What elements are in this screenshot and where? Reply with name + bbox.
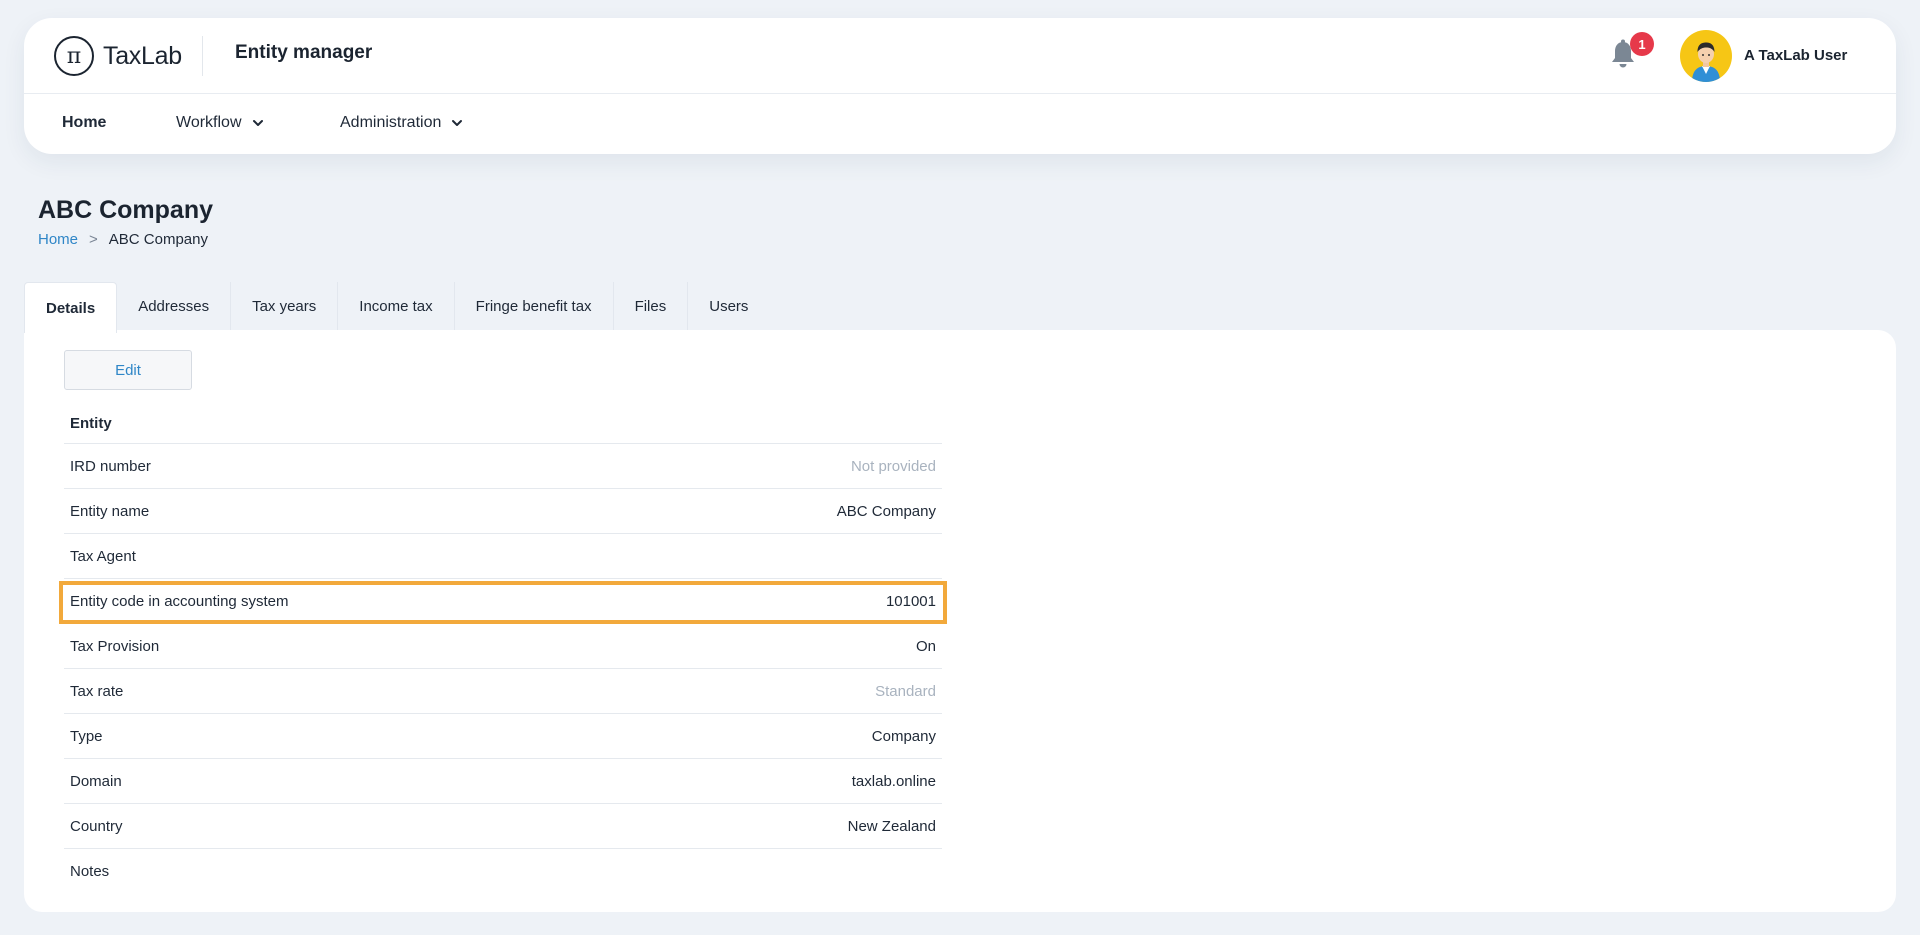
logo-text: TaxLab bbox=[103, 41, 182, 70]
table-row: Country New Zealand bbox=[64, 804, 942, 849]
row-label: Tax Provision bbox=[70, 637, 160, 655]
nav-home[interactable]: Home bbox=[62, 114, 106, 132]
row-label: Domain bbox=[70, 772, 122, 790]
nav-workflow[interactable]: Workflow bbox=[176, 114, 264, 132]
row-label: Notes bbox=[70, 863, 110, 880]
tab-fringe-benefit-tax[interactable]: Fringe benefit tax bbox=[454, 282, 614, 332]
page-title: ABC Company bbox=[38, 196, 214, 224]
nav-administration[interactable]: Administration bbox=[340, 114, 463, 132]
tab-income-tax[interactable]: Income tax bbox=[338, 282, 455, 332]
tab-tax-years[interactable]: Tax years bbox=[231, 282, 339, 332]
table-row: Domain taxlab.online bbox=[64, 759, 942, 804]
row-label: Tax Agent bbox=[70, 547, 136, 565]
logo-icon: π bbox=[54, 36, 94, 76]
breadcrumb-current: ABC Company bbox=[108, 231, 208, 248]
row-label: Entity code in accounting system bbox=[70, 592, 289, 610]
tab-users[interactable]: Users bbox=[688, 282, 770, 332]
section-heading: Entity bbox=[64, 404, 942, 444]
row-value: Not provided bbox=[850, 457, 936, 475]
chevron-down-icon bbox=[252, 120, 263, 126]
table-row: Entity name ABC Company bbox=[64, 489, 942, 534]
row-label: Type bbox=[70, 727, 103, 745]
user-avatar-icon bbox=[1692, 42, 1720, 82]
table-row: Notes bbox=[64, 849, 942, 894]
tab-files[interactable]: Files bbox=[613, 282, 689, 332]
row-value: ABC Company bbox=[836, 502, 936, 520]
main-nav: Home Workflow Administration bbox=[24, 94, 1896, 154]
nav-administration-label: Administration bbox=[340, 114, 442, 131]
header-divider bbox=[202, 36, 203, 76]
row-label: Tax rate bbox=[70, 682, 124, 700]
entity-tabs: Details Addresses Tax years Income tax F… bbox=[24, 282, 770, 333]
table-row: Tax rate Standard bbox=[64, 669, 942, 714]
row-value: 101001 bbox=[885, 592, 936, 610]
breadcrumb: Home > ABC Company bbox=[38, 231, 208, 248]
row-value: New Zealand bbox=[847, 817, 936, 835]
chevron-down-icon bbox=[452, 120, 463, 126]
breadcrumb-separator: > bbox=[89, 231, 98, 248]
nav-workflow-label: Workflow bbox=[176, 114, 242, 131]
table-row: Type Company bbox=[64, 714, 942, 759]
app-header: π TaxLab Entity manager 1 A TaxLab User bbox=[24, 18, 1896, 154]
row-label: Entity name bbox=[70, 502, 150, 520]
tab-addresses[interactable]: Addresses bbox=[117, 282, 232, 332]
row-label: IRD number bbox=[70, 457, 151, 475]
tab-details[interactable]: Details bbox=[24, 282, 118, 333]
table-row-highlighted: Entity code in accounting system 101001 bbox=[59, 579, 947, 624]
user-name[interactable]: A TaxLab User bbox=[1744, 47, 1847, 64]
details-panel: Edit Entity IRD number Not provided Enti… bbox=[24, 330, 1896, 912]
breadcrumb-home-link[interactable]: Home bbox=[38, 231, 78, 248]
row-value: taxlab.online bbox=[851, 772, 936, 790]
nav-home-label: Home bbox=[62, 114, 107, 131]
row-value: Standard bbox=[875, 682, 936, 700]
taxlab-logo[interactable]: π TaxLab bbox=[54, 36, 182, 76]
table-row: Tax Agent bbox=[64, 534, 942, 579]
edit-button[interactable]: Edit bbox=[64, 350, 192, 390]
table-row: IRD number Not provided bbox=[64, 444, 942, 489]
row-value: Company bbox=[871, 727, 936, 745]
top-bar: π TaxLab Entity manager 1 A TaxLab User bbox=[24, 18, 1896, 94]
entity-details-table: Entity IRD number Not provided Entity na… bbox=[59, 404, 947, 894]
row-value: On bbox=[915, 637, 936, 655]
avatar[interactable] bbox=[1680, 30, 1732, 82]
row-label: Country bbox=[70, 817, 123, 835]
app-title: Entity manager bbox=[235, 42, 373, 63]
table-row: Tax Provision On bbox=[64, 624, 942, 669]
notification-badge[interactable]: 1 bbox=[1630, 32, 1654, 56]
